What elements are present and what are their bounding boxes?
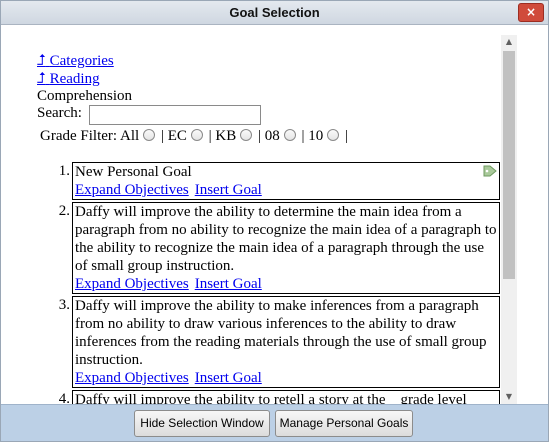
vertical-scrollbar[interactable]: ▲ ▼ <box>501 35 517 404</box>
goal-number: 4. <box>58 391 70 404</box>
manage-personal-goals-button[interactable]: Manage Personal Goals <box>275 410 413 437</box>
reading-link-label: Reading <box>49 71 100 87</box>
goal-text: Daffy will improve the ability to determ… <box>75 204 497 274</box>
categories-link[interactable]: ⮥ Categories <box>37 53 114 69</box>
scroll-up-icon[interactable]: ▲ <box>501 35 517 49</box>
grade-filter: Grade Filter: All | EC | KB | 08 | 10 | <box>40 128 349 144</box>
goal-number: 1. <box>58 163 70 179</box>
grade-option-08: 08 <box>264 128 280 144</box>
content-area: ⮥ Categories ⮥ Reading Comprehension Sea… <box>2 26 501 404</box>
goal-box: New Personal Goal Expand Objectives Inser… <box>72 162 500 200</box>
tag-icon[interactable] <box>483 165 497 177</box>
goal-number: 2. <box>58 203 70 219</box>
breadcrumb-reading[interactable]: ⮥ Reading <box>37 70 100 88</box>
up-arrow-icon: ⮥ <box>37 71 46 87</box>
goal-box: Daffy will improve the ability to make i… <box>72 296 500 388</box>
expand-objectives-link[interactable]: Expand Objectives <box>75 370 189 386</box>
grade-option-ec: EC <box>167 128 187 144</box>
goal-box: Daffy will improve the ability to determ… <box>72 202 500 294</box>
close-icon[interactable]: × <box>518 3 544 22</box>
title-bar: Goal Selection × <box>1 1 548 25</box>
expand-objectives-link[interactable]: Expand Objectives <box>75 276 189 292</box>
goal-list: 1. New Personal Goal Expand Objectives In… <box>52 162 501 404</box>
list-item: 2. Daffy will improve the ability to det… <box>52 202 501 294</box>
goal-text: New Personal Goal <box>75 164 192 180</box>
grade-radio-10[interactable] <box>327 129 340 141</box>
goal-text: Daffy will improve the ability to make i… <box>75 298 487 368</box>
scroll-down-icon[interactable]: ▼ <box>501 390 517 404</box>
grade-option-kb: KB <box>215 128 237 144</box>
hide-selection-window-button[interactable]: Hide Selection Window <box>134 410 270 437</box>
search-input[interactable] <box>89 105 261 125</box>
grade-option-all: All <box>120 128 140 144</box>
grade-radio-kb[interactable] <box>240 129 253 141</box>
goal-box: Daffy will improve the ability to retell… <box>72 390 500 404</box>
grade-radio-all[interactable] <box>143 129 156 141</box>
footer-bar: Hide Selection Window Manage Personal Go… <box>1 404 548 441</box>
goal-number: 3. <box>58 297 70 313</box>
search-row: Search: <box>37 105 261 125</box>
insert-goal-link[interactable]: Insert Goal <box>195 370 262 386</box>
current-category: Comprehension <box>37 88 132 104</box>
expand-objectives-link[interactable]: Expand Objectives <box>75 182 189 198</box>
list-item: 3. Daffy will improve the ability to mak… <box>52 296 501 388</box>
grade-filter-label: Grade Filter: <box>40 128 118 144</box>
insert-goal-link[interactable]: Insert Goal <box>195 182 262 198</box>
breadcrumb-categories[interactable]: ⮥ Categories <box>37 52 114 70</box>
reading-link[interactable]: ⮥ Reading <box>37 71 100 87</box>
goal-selection-window: Goal Selection × ⮥ Categories ⮥ Reading … <box>0 0 549 442</box>
goal-text: Daffy will improve the ability to retell… <box>75 392 467 404</box>
list-item: 1. New Personal Goal Expand Objectives In… <box>52 162 501 200</box>
window-title: Goal Selection <box>229 5 320 20</box>
categories-link-label: Categories <box>49 53 114 69</box>
grade-radio-08[interactable] <box>283 129 296 141</box>
list-item: 4. Daffy will improve the ability to ret… <box>52 390 501 404</box>
grade-radio-ec[interactable] <box>190 129 203 141</box>
grade-option-10: 10 <box>308 128 324 144</box>
scrollbar-thumb[interactable] <box>503 51 515 279</box>
search-label: Search: <box>37 105 82 121</box>
insert-goal-link[interactable]: Insert Goal <box>195 276 262 292</box>
up-arrow-icon: ⮥ <box>37 53 46 69</box>
